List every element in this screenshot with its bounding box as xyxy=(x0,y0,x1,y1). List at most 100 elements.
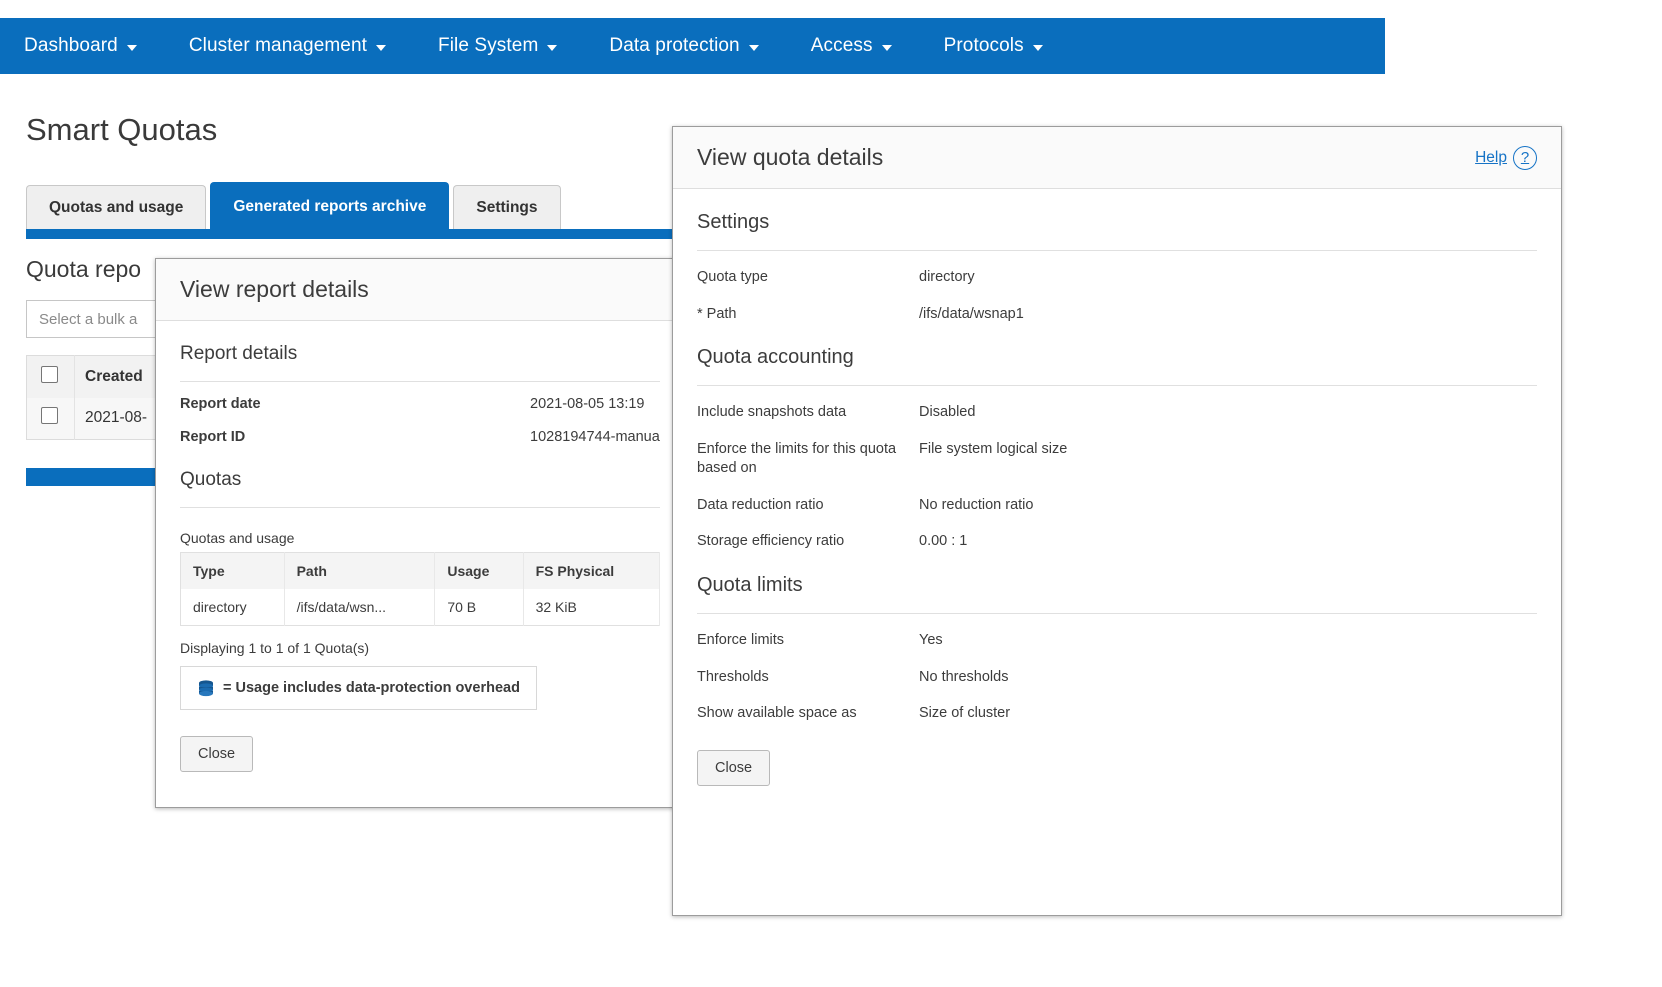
field-thresholds: Thresholds No thresholds xyxy=(697,651,1537,688)
field-storage-efficiency-ratio: Storage efficiency ratio 0.00 : 1 xyxy=(697,515,1537,552)
chevron-down-icon xyxy=(547,45,558,51)
bulk-action-select-value: Select a bulk a xyxy=(39,310,138,328)
tab-settings-label: Settings xyxy=(476,199,538,216)
table-header-row: Type Path Usage FS Physical xyxy=(180,552,661,590)
chevron-down-icon xyxy=(376,45,387,51)
field-enforce-limits: Enforce limits Yes xyxy=(697,614,1537,651)
nav-item-protocols[interactable]: Protocols xyxy=(944,35,1043,57)
field-path-value: /ifs/data/wsnap1 xyxy=(919,305,1024,322)
row-select-cell xyxy=(26,397,75,440)
report-dialog-header: View report details xyxy=(156,259,684,321)
tab-settings[interactable]: Settings xyxy=(453,185,561,230)
question-circle-icon: ? xyxy=(1513,145,1537,170)
field-enforce-limits-label: Enforce limits xyxy=(697,631,785,648)
chevron-down-icon xyxy=(748,45,759,51)
tab-quotas-and-usage-label: Quotas and usage xyxy=(49,199,184,216)
field-thresholds-value: No thresholds xyxy=(919,668,1009,685)
tab-generated-reports-archive[interactable]: Generated reports archive xyxy=(210,182,450,230)
quotas-heading: Quotas xyxy=(180,469,242,491)
divider xyxy=(180,507,660,509)
quota-dialog-footer: Close xyxy=(673,724,1561,806)
quotas-usage-table: Type Path Usage FS Physical directory /i… xyxy=(180,552,661,627)
field-enforce-limits-based-on-label: Enforce the limits for this quota based … xyxy=(697,440,897,477)
field-path: * Path /ifs/data/wsnap1 xyxy=(697,288,1537,325)
field-show-available-space-as-value: Size of cluster xyxy=(919,705,1011,722)
field-include-snapshots-data-label: Include snapshots data xyxy=(697,404,847,421)
quota-dialog-header: View quota details Help ? xyxy=(673,127,1561,189)
disk-stack-icon xyxy=(197,679,215,697)
main-navigation-bar: Dashboard Cluster management File System… xyxy=(0,18,1385,74)
field-quota-type: Quota type directory xyxy=(697,251,1537,288)
nav-item-access[interactable]: Access xyxy=(811,35,892,57)
report-close-button[interactable]: Close xyxy=(180,736,254,773)
field-path-label: * Path xyxy=(697,305,737,322)
cell-type: directory xyxy=(180,589,285,626)
displaying-count-text: Displaying 1 to 1 of 1 Quota(s) xyxy=(180,640,370,657)
column-header-type[interactable]: Type xyxy=(180,552,285,590)
cell-fs-physical: 32 KiB xyxy=(523,589,661,626)
field-include-snapshots-data-value: Disabled xyxy=(919,404,976,421)
field-report-date: Report date 2021-08-05 13:19 xyxy=(180,382,660,415)
select-all-checkbox[interactable] xyxy=(41,365,58,383)
nav-item-access-label: Access xyxy=(810,35,873,56)
column-header-path[interactable]: Path xyxy=(284,552,436,590)
nav-item-file-system[interactable]: File System xyxy=(438,35,558,57)
page-title: Smart Quotas xyxy=(26,112,218,147)
field-report-id-value: 1028194744-manua xyxy=(530,428,660,445)
chevron-down-icon xyxy=(881,45,892,51)
quota-limits-heading: Quota limits xyxy=(697,573,803,596)
field-data-reduction-ratio: Data reduction ratio No reduction ratio xyxy=(697,479,1537,516)
field-report-date-value: 2021-08-05 13:19 xyxy=(530,396,645,412)
chevron-down-icon xyxy=(1032,45,1043,51)
field-data-reduction-ratio-value: No reduction ratio xyxy=(919,496,1034,513)
view-quota-details-dialog: View quota details Help ? Settings Quota… xyxy=(672,126,1562,916)
nav-item-data-protection-label: Data protection xyxy=(609,35,740,56)
tab-quotas-and-usage[interactable]: Quotas and usage xyxy=(26,185,207,230)
quota-accounting-heading: Quota accounting xyxy=(697,346,854,369)
report-dialog-body: Report details Report date 2021-08-05 13… xyxy=(156,321,684,711)
field-include-snapshots-data: Include snapshots data Disabled xyxy=(697,386,1537,423)
cell-path: /ifs/data/wsn... xyxy=(284,589,436,626)
help-link-label: Help xyxy=(1475,148,1507,166)
report-dialog-footer: Close xyxy=(156,710,684,792)
nav-item-cluster-management[interactable]: Cluster management xyxy=(189,35,387,57)
field-quota-type-value: directory xyxy=(919,269,975,285)
chevron-down-icon xyxy=(126,45,137,51)
column-header-fs-physical[interactable]: FS Physical xyxy=(523,552,661,590)
cell-usage: 70 B xyxy=(434,589,524,626)
field-thresholds-label: Thresholds xyxy=(697,668,769,685)
field-show-available-space-as: Show available space as Size of cluster xyxy=(697,687,1537,724)
tab-generated-reports-archive-label: Generated reports archive xyxy=(233,197,427,215)
field-storage-efficiency-ratio-value: 0.00 : 1 xyxy=(919,533,968,550)
report-dialog-title: View report details xyxy=(180,276,369,302)
nav-item-file-system-label: File System xyxy=(438,35,539,56)
usage-legend: = Usage includes data-protection overhea… xyxy=(180,666,537,711)
table-row: directory /ifs/data/wsn... 70 B 32 KiB xyxy=(180,589,661,626)
usage-legend-text: = Usage includes data-protection overhea… xyxy=(223,680,520,697)
column-header-usage[interactable]: Usage xyxy=(434,552,524,590)
app-root: Dashboard Cluster management File System… xyxy=(0,0,1662,987)
nav-item-dashboard[interactable]: Dashboard xyxy=(24,35,137,57)
field-report-id: Report ID 1028194744-manua xyxy=(180,415,660,448)
quotas-and-usage-label: Quotas and usage xyxy=(180,530,295,547)
field-quota-type-label: Quota type xyxy=(697,269,768,285)
column-header-created-label: Created xyxy=(85,367,143,385)
row-checkbox[interactable] xyxy=(41,407,58,425)
field-data-reduction-ratio-label: Data reduction ratio xyxy=(697,496,824,513)
help-link[interactable]: Help ? xyxy=(1475,145,1537,170)
tab-strip: Quotas and usage Generated reports archi… xyxy=(26,182,565,230)
view-report-details-dialog: View report details Report details Repor… xyxy=(155,258,685,808)
field-report-id-label: Report ID xyxy=(180,428,246,445)
quota-close-button[interactable]: Close xyxy=(697,749,771,786)
field-storage-efficiency-ratio-label: Storage efficiency ratio xyxy=(697,533,845,550)
field-show-available-space-as-label: Show available space as xyxy=(697,705,857,722)
nav-item-dashboard-label: Dashboard xyxy=(24,35,118,56)
report-details-heading: Report details xyxy=(180,343,298,364)
section-title: Quota repo xyxy=(26,256,142,282)
quota-dialog-title: View quota details xyxy=(697,144,884,170)
settings-heading: Settings xyxy=(697,211,770,233)
nav-item-data-protection[interactable]: Data protection xyxy=(609,35,759,57)
field-enforce-limits-based-on-value: File system logical size xyxy=(919,440,1068,457)
field-enforce-limits-value: Yes xyxy=(919,631,943,648)
select-all-header xyxy=(26,355,75,398)
